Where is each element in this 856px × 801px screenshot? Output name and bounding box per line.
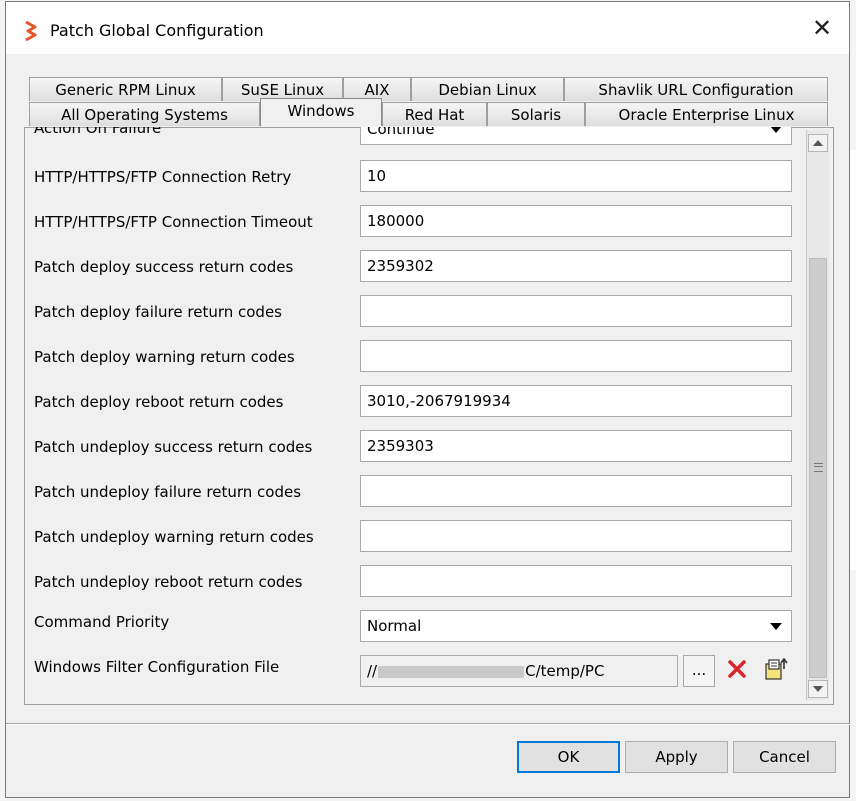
form-scrollbar[interactable] xyxy=(806,130,829,700)
filter-file-suffix: C/temp/PC xyxy=(525,662,605,680)
command-priority-value: Normal xyxy=(367,617,422,635)
upload-file-icon xyxy=(765,657,788,680)
apply-button[interactable]: Apply xyxy=(625,741,728,773)
app-logo-icon xyxy=(25,20,37,42)
connection-retry-label: HTTP/HTTPS/FTP Connection Retry xyxy=(34,168,292,186)
action-on-failure-label: Action On Failure xyxy=(34,127,162,137)
action-on-failure-value: Continue xyxy=(367,127,435,138)
connection-retry-field[interactable]: 10 xyxy=(360,160,792,192)
undeploy-success-codes-field[interactable]: 2359303 xyxy=(360,430,792,462)
browse-button[interactable]: ... xyxy=(683,655,715,687)
tab-oracle-enterprise-linux[interactable]: Oracle Enterprise Linux xyxy=(585,102,828,126)
ok-button[interactable]: OK xyxy=(517,741,620,773)
deploy-success-codes-field[interactable]: 2359302 xyxy=(360,250,792,282)
deploy-failure-codes-field[interactable] xyxy=(360,295,792,327)
filter-file-label: Windows Filter Configuration File xyxy=(34,658,280,676)
cancel-button[interactable]: Cancel xyxy=(733,741,836,773)
scroll-thumb[interactable] xyxy=(809,258,827,678)
undeploy-warning-codes-label: Patch undeploy warning return codes xyxy=(34,528,314,546)
connection-timeout-label: HTTP/HTTPS/FTP Connection Timeout xyxy=(34,213,313,231)
undeploy-success-codes-label: Patch undeploy success return codes xyxy=(34,438,313,456)
command-priority-select[interactable]: Normal xyxy=(360,610,792,642)
deploy-warning-codes-label: Patch deploy warning return codes xyxy=(34,348,295,366)
deploy-success-codes-label: Patch deploy success return codes xyxy=(34,258,294,276)
redacted-host xyxy=(378,665,525,678)
scroll-down-button[interactable] xyxy=(808,680,828,698)
deploy-reboot-codes-label: Patch deploy reboot return codes xyxy=(34,393,284,411)
dropdown-arrow-icon xyxy=(770,623,782,630)
dialog-title: Patch Global Configuration xyxy=(50,21,264,40)
connection-timeout-field[interactable]: 180000 xyxy=(360,205,792,237)
grip-icon xyxy=(814,463,823,472)
clear-file-button[interactable] xyxy=(721,653,753,685)
scroll-down-arrow-icon xyxy=(813,686,823,692)
tab-windows[interactable]: Windows xyxy=(260,98,382,126)
undeploy-warning-codes-field[interactable] xyxy=(360,520,792,552)
filter-file-path-field[interactable]: // C/temp/PC xyxy=(360,655,678,687)
title-bar: Patch Global Configuration ✕ xyxy=(6,2,849,54)
filter-file-prefix: // xyxy=(367,662,378,680)
dropdown-arrow-icon xyxy=(770,127,782,133)
upload-file-button[interactable] xyxy=(760,653,792,685)
undeploy-failure-codes-label: Patch undeploy failure return codes xyxy=(34,483,302,501)
deploy-reboot-codes-field[interactable]: 3010,-2067919934 xyxy=(360,385,792,417)
deploy-warning-codes-field[interactable] xyxy=(360,340,792,372)
tab-shavlik-url-configuration[interactable]: Shavlik URL Configuration xyxy=(564,77,828,101)
deploy-failure-codes-label: Patch deploy failure return codes xyxy=(34,303,282,321)
tab-red-hat[interactable]: Red Hat xyxy=(382,102,487,126)
delete-x-icon xyxy=(728,660,746,678)
tab-generic-rpm-linux[interactable]: Generic RPM Linux xyxy=(29,77,222,101)
tab-debian-linux[interactable]: Debian Linux xyxy=(411,77,564,101)
close-icon[interactable]: ✕ xyxy=(809,15,835,41)
undeploy-reboot-codes-field[interactable] xyxy=(360,565,792,597)
command-priority-label: Command Priority xyxy=(34,613,170,631)
undeploy-reboot-codes-label: Patch undeploy reboot return codes xyxy=(34,573,303,591)
scroll-up-button[interactable] xyxy=(808,134,828,152)
undeploy-failure-codes-field[interactable] xyxy=(360,475,792,507)
tab-solaris[interactable]: Solaris xyxy=(487,102,585,126)
tab-all-operating-systems[interactable]: All Operating Systems xyxy=(29,102,260,126)
scroll-up-arrow-icon xyxy=(813,140,823,146)
form-viewport: Action On Failure Continue HTTP/HTTPS/FT… xyxy=(20,127,806,703)
action-on-failure-select[interactable]: Continue xyxy=(360,127,792,145)
